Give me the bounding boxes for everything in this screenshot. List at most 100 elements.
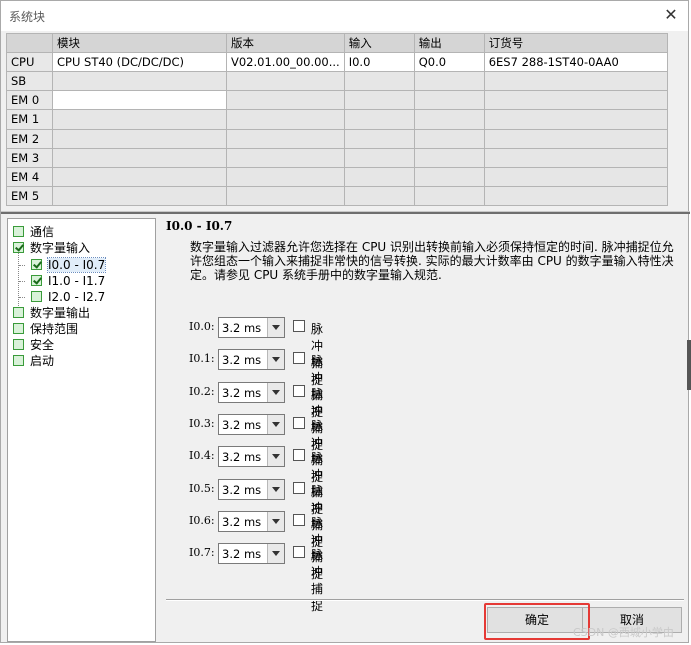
table-row-em2[interactable]: EM 2 xyxy=(6,128,669,149)
column-header-input[interactable]: 输入 xyxy=(343,33,415,53)
table-row-em5[interactable]: EM 5 xyxy=(6,185,669,207)
chevron-down-icon[interactable] xyxy=(267,512,284,531)
tree-item-i0[interactable]: I0.0 - I0.7 xyxy=(31,257,107,273)
background-edge xyxy=(687,340,691,390)
tree-connector xyxy=(19,265,25,266)
tree-checkbox-icon xyxy=(31,259,42,270)
column-header-order-number[interactable]: 订货号 xyxy=(483,33,669,53)
table-row-em0[interactable]: EM 0 xyxy=(6,90,669,111)
module-cell[interactable] xyxy=(52,166,227,187)
module-cell[interactable] xyxy=(52,71,227,92)
chevron-down-icon[interactable] xyxy=(267,415,284,434)
order-number-cell xyxy=(483,109,669,130)
close-icon[interactable]: ✕ xyxy=(656,4,686,28)
tree-checkbox-icon xyxy=(31,275,42,286)
watermark: CSDN @西城小学由 xyxy=(573,626,674,639)
pulse-catch-checkbox[interactable] xyxy=(293,449,305,461)
column-header-version[interactable]: 版本 xyxy=(226,33,345,53)
chevron-down-icon[interactable] xyxy=(267,447,284,466)
output-cell xyxy=(413,109,485,130)
pulse-catch-checkbox[interactable] xyxy=(293,546,305,558)
tree-item-retentive-range[interactable]: 保持范围 xyxy=(13,321,78,337)
filter-time-select[interactable]: 3.2 ms xyxy=(218,317,285,338)
module-cell[interactable] xyxy=(52,109,227,130)
table-scrollbar[interactable] xyxy=(671,33,687,211)
version-cell xyxy=(226,128,345,149)
output-cell xyxy=(413,166,485,187)
row-label: EM 3 xyxy=(6,147,53,168)
table-row-em1[interactable]: EM 1 xyxy=(6,109,669,130)
filter-time-select[interactable]: 3.2 ms xyxy=(218,511,285,532)
order-number-cell xyxy=(483,71,669,92)
tree-item-startup[interactable]: 启动 xyxy=(13,353,54,369)
pulse-catch-checkbox[interactable] xyxy=(293,482,305,494)
tree-checkbox-icon xyxy=(31,291,42,302)
table-row-sb[interactable]: SB xyxy=(6,71,669,92)
tree-connector xyxy=(19,297,25,298)
filter-time-select[interactable]: 3.2 ms xyxy=(218,414,285,435)
version-cell xyxy=(226,109,345,130)
input-label: I0.2: xyxy=(189,385,215,398)
pulse-catch-checkbox[interactable] xyxy=(293,352,305,364)
column-header-output[interactable]: 输出 xyxy=(413,33,485,53)
input-cell xyxy=(343,185,415,207)
module-cell[interactable] xyxy=(52,128,227,149)
chevron-down-icon[interactable] xyxy=(267,383,284,402)
tree-checkbox-icon xyxy=(13,339,24,350)
order-number-cell: 6ES7 288-1ST40-0AA0 xyxy=(483,51,669,73)
pulse-catch-checkbox[interactable] xyxy=(293,320,305,332)
output-cell xyxy=(413,185,485,207)
row-label: EM 1 xyxy=(6,109,53,130)
module-cell[interactable]: CPU ST40 (DC/DC/DC) xyxy=(52,51,227,73)
tree-item-i1[interactable]: I1.0 - I1.7 xyxy=(31,273,105,289)
tree-item-communication[interactable]: 通信 xyxy=(13,224,54,240)
filter-time-select[interactable]: 3.2 ms xyxy=(218,543,285,564)
pulse-catch-checkbox[interactable] xyxy=(293,514,305,526)
table-row-em4[interactable]: EM 4 xyxy=(6,166,669,187)
system-block-dialog: 系统块 ✕ 模块 版本 输入 输出 订货号 CPU CPU ST40 (DC/D… xyxy=(0,0,690,643)
module-cell[interactable] xyxy=(52,147,227,168)
output-cell xyxy=(413,147,485,168)
filter-time-select[interactable]: 3.2 ms xyxy=(218,446,285,467)
settings-panel: I0.0 - I0.7 数字量输入过滤器允许您选择在 CPU 识别出转换前输入必… xyxy=(158,214,688,642)
input-label: I0.6: xyxy=(189,514,215,527)
tree-item-digital-input[interactable]: 数字量输入 xyxy=(13,240,90,256)
chevron-down-icon[interactable] xyxy=(267,544,284,563)
filter-time-select[interactable]: 3.2 ms xyxy=(218,382,285,403)
filter-time-select[interactable]: 3.2 ms xyxy=(218,479,285,500)
filter-time-select[interactable]: 3.2 ms xyxy=(218,349,285,370)
config-tree: 通信 数字量输入 I0.0 - I0.7 I1.0 - I1.7 I2.0 - … xyxy=(7,218,156,642)
table-row-em3[interactable]: EM 3 xyxy=(6,147,669,168)
order-number-cell xyxy=(483,185,669,207)
output-cell xyxy=(413,90,485,111)
tree-checkbox-icon xyxy=(13,226,24,237)
input-label: I0.0: xyxy=(189,320,215,333)
chevron-down-icon[interactable] xyxy=(267,350,284,369)
input-cell xyxy=(343,128,415,149)
column-header-module[interactable]: 模块 xyxy=(52,33,227,53)
input-label: I0.3: xyxy=(189,417,215,430)
row-label: SB xyxy=(6,71,53,92)
order-number-cell xyxy=(483,128,669,149)
chevron-down-icon[interactable] xyxy=(267,318,284,337)
pulse-catch-checkbox[interactable] xyxy=(293,385,305,397)
row-label: EM 5 xyxy=(6,185,53,207)
module-cell[interactable] xyxy=(52,185,227,207)
pulse-catch-checkbox[interactable] xyxy=(293,417,305,429)
table-row-cpu[interactable]: CPU CPU ST40 (DC/DC/DC) V02.01.00_00.00.… xyxy=(6,51,669,73)
row-label: EM 4 xyxy=(6,166,53,187)
row-label: EM 2 xyxy=(6,128,53,149)
version-cell xyxy=(226,71,345,92)
button-separator xyxy=(166,599,684,601)
tree-checkbox-icon xyxy=(13,242,24,253)
tree-item-digital-output[interactable]: 数字量输出 xyxy=(13,305,90,321)
chevron-down-icon[interactable] xyxy=(267,480,284,499)
tree-item-security[interactable]: 安全 xyxy=(13,337,54,353)
tree-checkbox-icon xyxy=(13,307,24,318)
input-cell xyxy=(343,166,415,187)
input-label: I0.5: xyxy=(189,482,215,495)
module-cell[interactable] xyxy=(52,90,227,111)
panel-description: 数字量输入过滤器允许您选择在 CPU 识别出转换前输入必须保持恒定的时间. 脉冲… xyxy=(190,240,674,282)
tree-item-i2[interactable]: I2.0 - I2.7 xyxy=(31,289,105,305)
column-header xyxy=(6,33,53,53)
